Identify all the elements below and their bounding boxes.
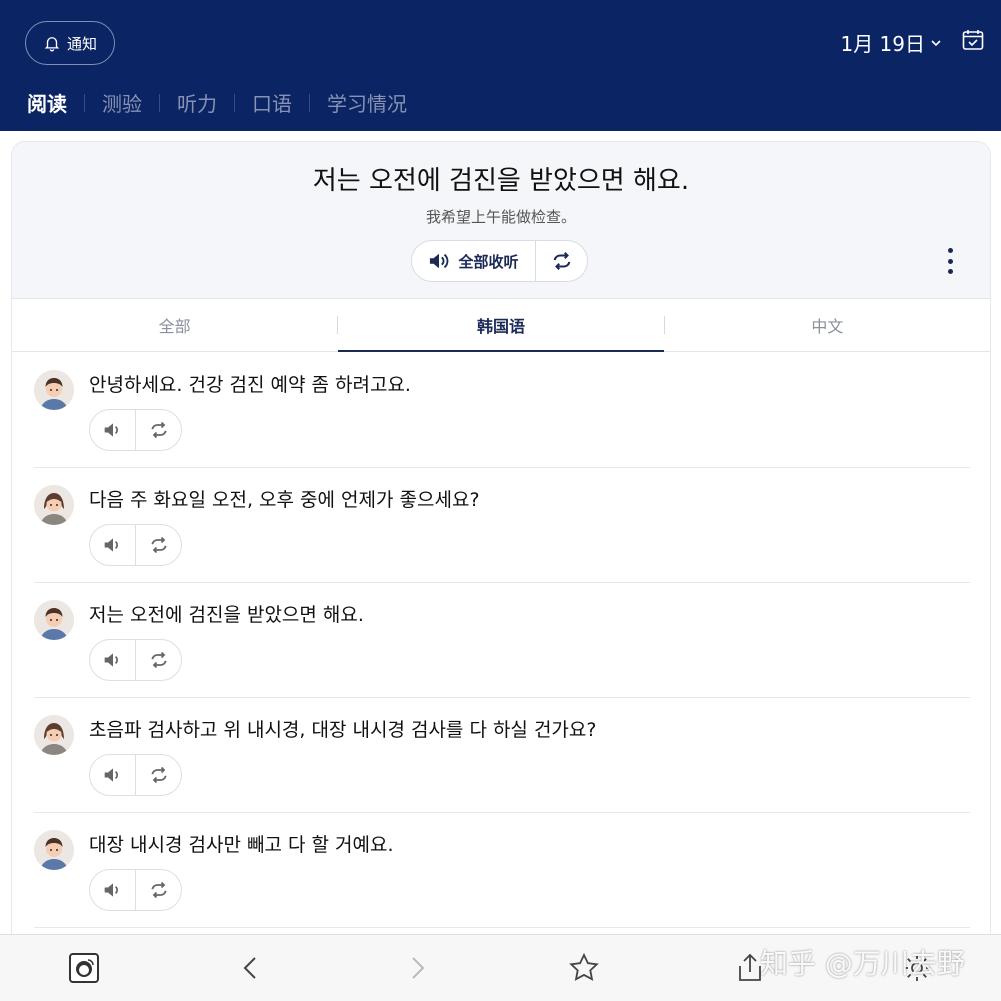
repeat-icon [150, 421, 167, 439]
dialogue-line: 저는 오전에 검진을 받았으면 해요. [34, 583, 970, 698]
korean-line-text: 저는 오전에 검진을 받았으면 해요. [89, 604, 364, 626]
tab-divider [309, 93, 310, 112]
repeat-line-button[interactable] [136, 870, 181, 910]
line-audio-controls [89, 639, 182, 681]
repeat-line-button[interactable] [136, 640, 181, 680]
speaker-icon [104, 653, 118, 667]
play-line-button[interactable] [90, 870, 136, 910]
language-tabs: 全部 韩国语 中文 [12, 299, 990, 352]
repeat-line-button[interactable] [136, 410, 181, 450]
dialogue-line: 안녕하세요. 건강 검진 예약 좀 하려고요. [34, 353, 970, 468]
calendar-check-icon[interactable] [961, 28, 985, 52]
tab-listening[interactable]: 听力 [177, 88, 217, 117]
repeat-icon [150, 766, 167, 784]
male-speaker-avatar [34, 600, 74, 640]
speaker-icon [104, 768, 118, 782]
chevron-down-icon [931, 39, 941, 46]
repeat-icon [150, 536, 167, 554]
more-dot [947, 248, 953, 253]
profile-button[interactable] [67, 951, 101, 985]
play-line-button[interactable] [90, 410, 136, 450]
line-audio-controls [89, 754, 182, 796]
back-button[interactable] [234, 951, 268, 985]
main-nav-tabs: 阅读 测验 听力 口语 学习情况 [27, 88, 407, 117]
tab-quiz[interactable]: 测验 [102, 88, 142, 117]
more-dot [947, 269, 953, 274]
listen-all-button[interactable]: 全部收听 [412, 241, 536, 281]
forward-button[interactable] [400, 951, 434, 985]
sentence-panel: 저는 오전에 검진을 받았으면 해요. 我希望上午能做检查。 全部收听 [12, 142, 990, 299]
app-header: 通知 1月 19日 阅读 测验 听力 口语 学习情况 [0, 0, 1001, 131]
play-line-button[interactable] [90, 755, 136, 795]
dialogue-list: 안녕하세요. 건강 검진 예약 좀 하려고요. 다음 주 화요일 오전, 오후 … [34, 353, 970, 928]
dialogue-line: 다음 주 화요일 오전, 오후 중에 언제가 좋으세요? [34, 468, 970, 583]
tab-speaking[interactable]: 口语 [252, 88, 292, 117]
dialogue-line: 초음파 검사하고 위 내시경, 대장 내시경 검사를 다 하실 건가요? [34, 698, 970, 813]
korean-line-text: 초음파 검사하고 위 내시경, 대장 내시경 검사를 다 하실 건가요? [89, 719, 597, 741]
more-options-button[interactable] [946, 248, 954, 274]
watermark-text: 知乎 @万川去野 [760, 947, 965, 980]
line-audio-controls [89, 524, 182, 566]
repeat-line-button[interactable] [136, 525, 181, 565]
korean-line-text: 대장 내시경 검사만 빼고 다 할 거예요. [89, 834, 394, 856]
tab-reading[interactable]: 阅读 [27, 88, 67, 117]
korean-line-text: 다음 주 화요일 오전, 오후 중에 언제가 좋으세요? [89, 489, 480, 511]
more-dot [947, 258, 953, 264]
listen-all-control: 全部收听 [411, 240, 588, 282]
tab-korean[interactable]: 韩国语 [338, 299, 664, 352]
repeat-icon [150, 881, 167, 899]
korean-line-text: 안녕하세요. 건강 검진 예약 좀 하려고요. [89, 374, 411, 396]
male-speaker-avatar [34, 830, 74, 870]
key-sentence-korean: 저는 오전에 검진을 받았으면 해요. [312, 166, 690, 196]
date-label: 1月 19日 [840, 32, 925, 56]
speaker-icon [104, 538, 118, 552]
line-audio-controls [89, 869, 182, 911]
favorite-button[interactable] [567, 951, 601, 985]
key-sentence-chinese: 我希望上午能做检查。 [425, 208, 576, 226]
avatar-icon [69, 953, 99, 983]
lesson-card: 저는 오전에 검진을 받았으면 해요. 我希望上午能做检查。 全部收听 全部 韩… [11, 141, 991, 1001]
tab-divider [234, 93, 235, 112]
bell-icon [44, 37, 60, 52]
repeat-all-button[interactable] [536, 241, 587, 281]
female-speaker-avatar [34, 485, 74, 525]
notification-label: 通知 [66, 34, 97, 53]
female-speaker-avatar [34, 715, 74, 755]
tab-all[interactable]: 全部 [12, 299, 337, 351]
speaker-icon [430, 253, 449, 269]
date-selector[interactable]: 1月 19日 [840, 28, 943, 57]
male-speaker-avatar [34, 370, 74, 410]
repeat-line-button[interactable] [136, 755, 181, 795]
speaker-icon [104, 883, 118, 897]
tab-divider [84, 93, 85, 112]
play-line-button[interactable] [90, 640, 136, 680]
tab-divider [159, 93, 160, 112]
repeat-icon [150, 651, 167, 669]
listen-all-label: 全部收听 [458, 252, 519, 271]
forward-arrow-icon [412, 957, 425, 979]
tab-progress[interactable]: 学习情况 [327, 88, 407, 117]
back-arrow-icon [243, 957, 256, 979]
speaker-icon [104, 423, 118, 437]
tab-chinese[interactable]: 中文 [665, 299, 990, 351]
notification-button[interactable]: 通知 [25, 21, 115, 65]
play-line-button[interactable] [90, 525, 136, 565]
star-icon [569, 952, 599, 981]
repeat-icon [553, 252, 570, 270]
dialogue-line: 대장 내시경 검사만 빼고 다 할 거예요. [34, 813, 970, 928]
line-audio-controls [89, 409, 182, 451]
